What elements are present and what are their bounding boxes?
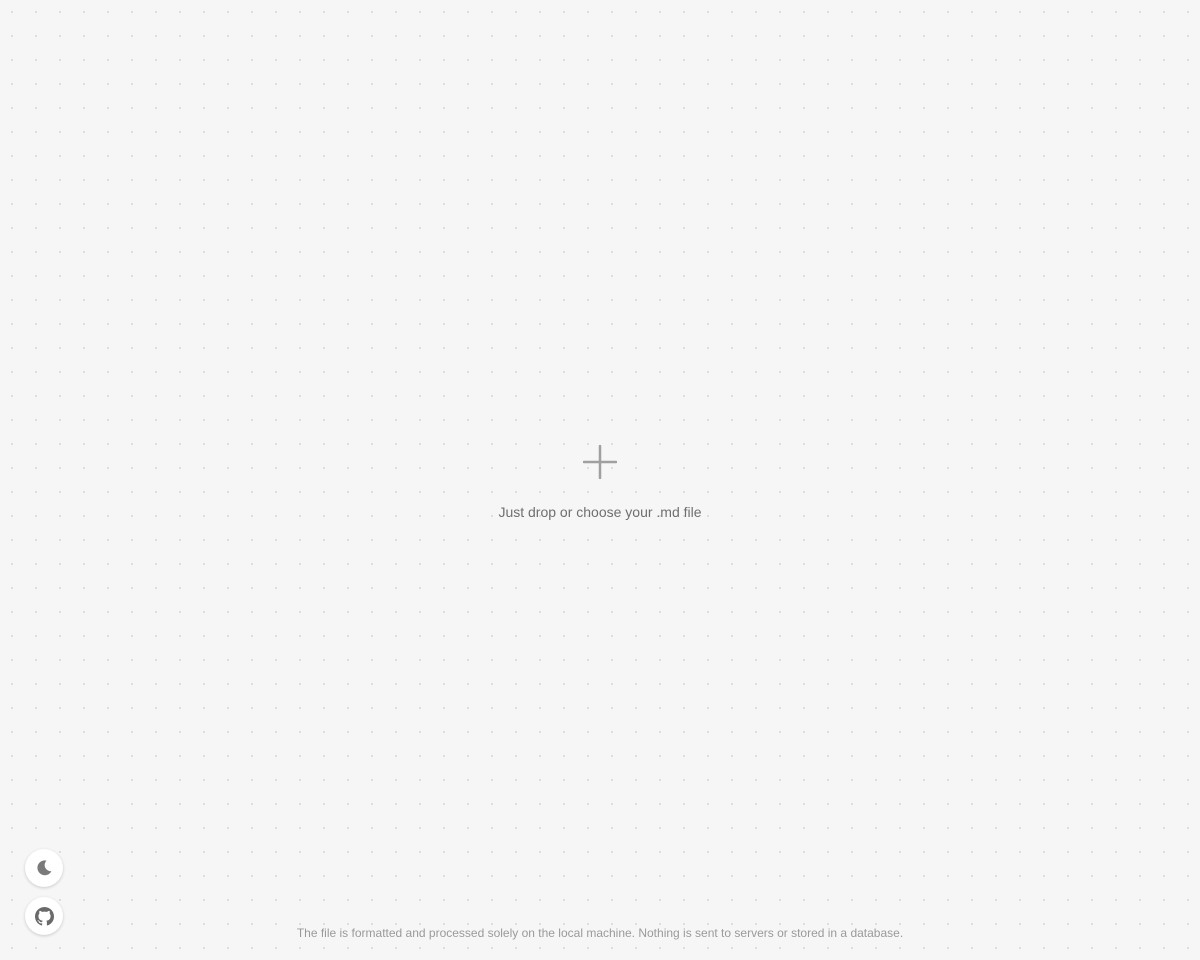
privacy-note: The file is formatted and processed sole…	[296, 926, 904, 940]
dropzone-label: Just drop or choose your .md file	[498, 504, 702, 520]
file-dropzone[interactable]: Just drop or choose your .md file	[450, 430, 750, 540]
moon-icon	[37, 860, 52, 876]
plus-icon	[583, 445, 617, 479]
theme-toggle-button[interactable]	[25, 849, 63, 887]
github-icon	[34, 906, 54, 926]
